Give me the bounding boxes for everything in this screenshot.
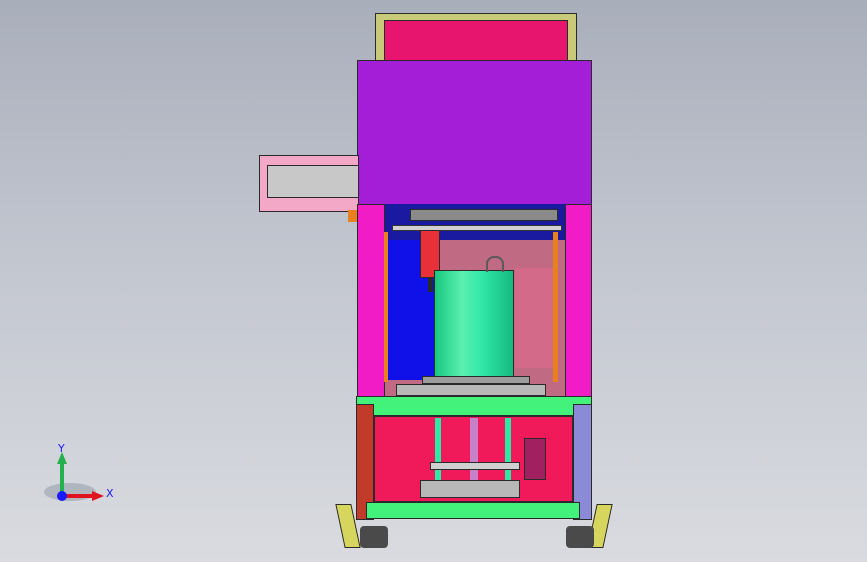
axis-triad-svg [44,452,104,501]
top-rail-bar [392,225,562,231]
right-rod [553,232,558,382]
z-axis-dot [57,491,67,501]
top-rail[interactable] [410,209,558,221]
cylinder-handle[interactable] [486,256,504,272]
bottom-base[interactable] [366,502,580,519]
left-side-panel[interactable] [357,204,385,398]
actuator[interactable] [524,438,546,480]
lower-crossbar[interactable] [430,462,520,470]
base-frame-top[interactable] [356,396,592,416]
side-chute-inner[interactable] [267,165,359,198]
x-axis-arrow [92,491,104,501]
left-caster[interactable] [360,526,388,548]
left-rod [384,232,388,382]
right-side-panel[interactable] [565,204,592,398]
x-axis-label: X [106,487,114,500]
lower-plate[interactable] [420,480,520,498]
right-caster[interactable] [566,526,594,548]
turntable-plate[interactable] [396,384,546,396]
y-axis-label: Y [58,442,65,455]
tool-tip [428,278,433,292]
drum-cylinder[interactable] [434,270,514,380]
cad-viewport[interactable]: Y X [0,0,867,562]
turntable[interactable] [422,376,530,384]
upper-hood[interactable] [357,60,592,205]
top-box[interactable] [384,20,568,61]
inner-back-panel [515,268,555,368]
axis-triad: Y X [40,440,120,520]
